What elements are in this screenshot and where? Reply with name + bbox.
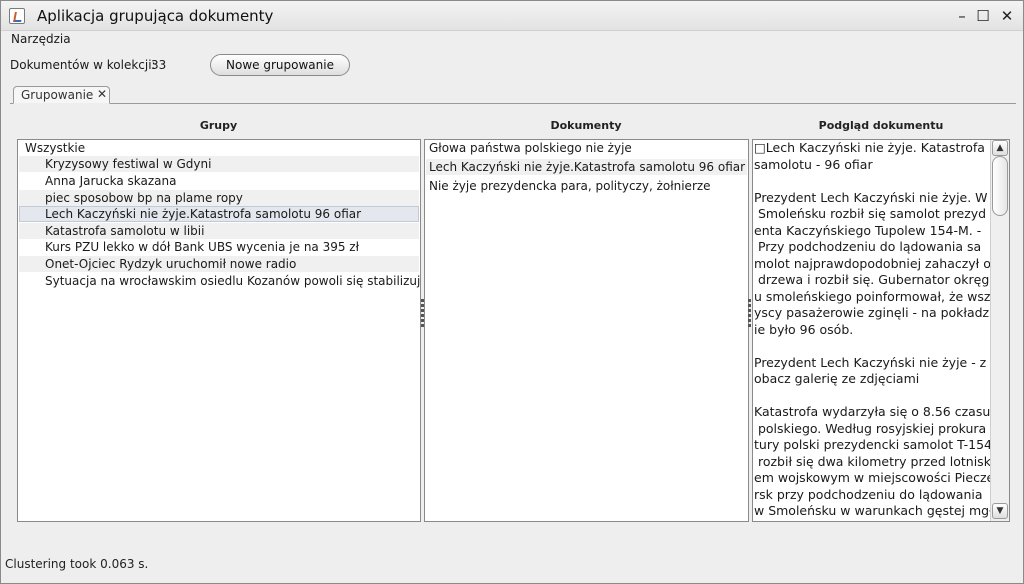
scroll-thumb[interactable] (992, 156, 1008, 216)
preview-header: Podgląd dokumentu (818, 119, 944, 132)
groups-list[interactable]: Wszystkie Kryzysowy festiwal w Gdyni Ann… (17, 139, 421, 522)
document-preview[interactable]: □Lech Kaczyński nie żyje. Katastrofa sam… (752, 139, 1010, 522)
menu-bar: Narzędzia (1, 31, 1023, 49)
group-item[interactable]: Sytuacja na wrocławskim osiedlu Kozanów … (19, 273, 420, 289)
doc-count-value: 33 (151, 58, 167, 72)
documents-header: Dokumenty (550, 119, 622, 132)
java-app-icon (9, 8, 25, 24)
status-text: Clustering took 0.063 s. (5, 557, 149, 571)
group-root-item[interactable]: Wszystkie (19, 140, 419, 156)
document-item[interactable]: Głowa państwa polskiego nie żyje (426, 140, 747, 156)
doc-count-label: Dokumentów w kolekcji: (10, 58, 156, 72)
tab-strip-divider (10, 103, 1016, 104)
scroll-down-icon[interactable]: ▼ (992, 503, 1008, 519)
group-item[interactable]: piec sposobow bp na plame ropy (19, 190, 419, 206)
tab-grupowanie[interactable]: Grupowanie ✕ (13, 86, 110, 104)
preview-text: □Lech Kaczyński nie żyje. Katastrofa sam… (754, 140, 995, 518)
group-item-selected[interactable]: Lech Kaczyński nie żyje.Katastrofa samol… (19, 206, 419, 222)
group-item[interactable]: Kurs PZU lekko w dół Bank UBS wycenia je… (19, 239, 419, 255)
group-item[interactable]: Anna Jarucka skazana (19, 173, 419, 189)
document-item[interactable]: Lech Kaczyński nie żyje.Katastrofa samol… (426, 159, 747, 175)
minimize-icon[interactable]: – (953, 7, 971, 25)
group-item[interactable]: Katastrofa samolotu w libii (19, 223, 419, 239)
group-item[interactable]: Kryzysowy festiwal w Gdyni (19, 156, 419, 172)
documents-list[interactable]: Głowa państwa polskiego nie żyje Lech Ka… (424, 139, 749, 522)
menu-narzedzia[interactable]: Narzędzia (11, 32, 71, 46)
maximize-icon[interactable]: ☐ (974, 7, 992, 25)
window-title: Aplikacja grupująca dokumenty (37, 7, 274, 25)
tab-close-icon[interactable]: ✕ (97, 87, 107, 101)
scroll-up-icon[interactable]: ▲ (992, 140, 1008, 156)
group-item[interactable]: Onet-Ojciec Rydzyk uruchomił nowe radio (19, 256, 419, 272)
groups-header: Grupy (199, 119, 238, 132)
new-grouping-button[interactable]: Nowe grupowanie (210, 54, 350, 76)
preview-scrollbar[interactable]: ▲ ▼ (990, 140, 1009, 521)
close-icon[interactable]: ✕ (998, 7, 1016, 25)
title-bar[interactable]: Aplikacja grupująca dokumenty – ☐ ✕ (1, 1, 1023, 31)
app-window: Aplikacja grupująca dokumenty – ☐ ✕ Narz… (0, 0, 1024, 584)
tab-label: Grupowanie (21, 88, 94, 102)
document-item[interactable]: Nie żyje prezydencka para, polityczy, żo… (426, 178, 747, 194)
